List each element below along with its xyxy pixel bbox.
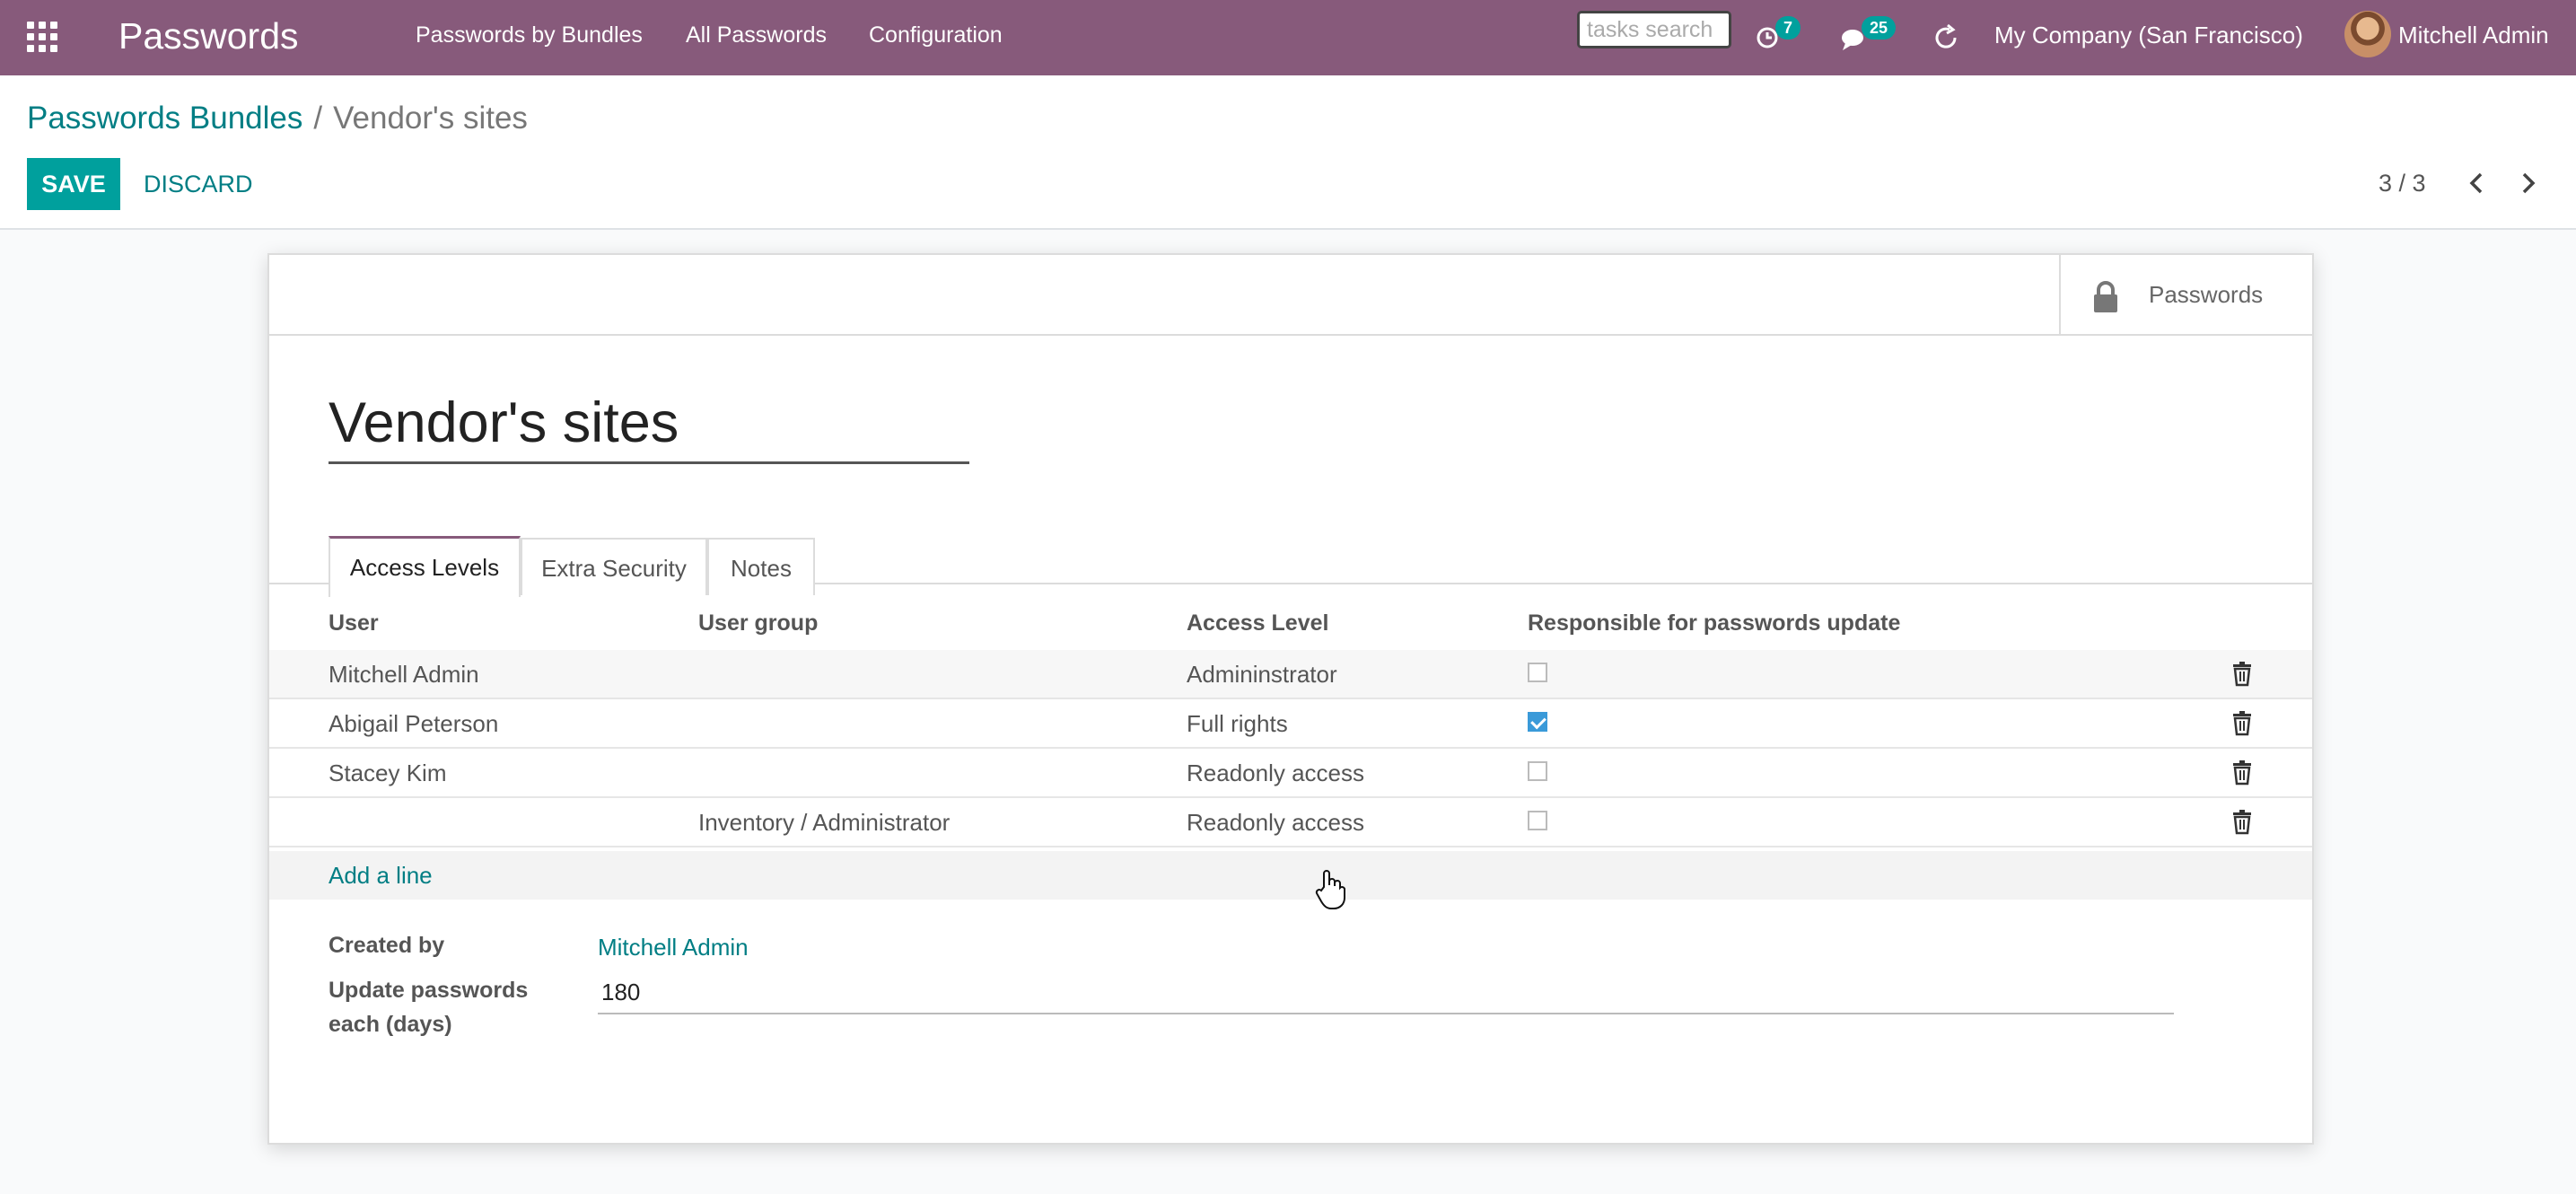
table-row[interactable]: Mitchell Admin Admininstrator — [269, 650, 2312, 699]
created-by-link[interactable]: Mitchell Admin — [598, 934, 749, 961]
tab-access-levels[interactable]: Access Levels — [329, 536, 521, 597]
menu-configuration[interactable]: Configuration — [869, 20, 1003, 50]
control-panel: Passwords Bundles / Vendor's sites SAVE DI… — [0, 75, 2576, 230]
table-header: User User group Access Level Responsible… — [269, 598, 2312, 652]
row-access-level: Full rights — [1187, 710, 1288, 737]
column-header-user[interactable]: User — [329, 610, 379, 637]
breadcrumb: Passwords Bundles / Vendor's sites — [27, 97, 528, 140]
avatar[interactable] — [2344, 11, 2391, 57]
top-navbar: Passwords Passwords by Bundles All Passw… — [0, 0, 2576, 75]
user-menu[interactable]: Mitchell Admin — [2398, 20, 2549, 50]
pager-next-icon[interactable] — [2511, 167, 2544, 199]
trash-icon[interactable] — [2231, 711, 2253, 736]
table-row[interactable]: Stacey Kim Readonly access — [269, 749, 2312, 798]
created-by-label: Created by — [329, 933, 445, 958]
lock-icon — [2094, 281, 2117, 312]
breadcrumb-current: Vendor's sites — [333, 101, 528, 136]
row-access-level: Readonly access — [1187, 809, 1364, 836]
apps-grid-icon[interactable] — [27, 22, 59, 54]
messages-count-badge: 25 — [1862, 16, 1897, 40]
row-user: Stacey Kim — [329, 759, 447, 786]
row-user: Abigail Peterson — [329, 710, 499, 737]
column-header-access-level[interactable]: Access Level — [1187, 610, 1328, 637]
tab-extra-security[interactable]: Extra Security — [521, 538, 707, 595]
smart-button-label: Passwords — [2149, 281, 2264, 308]
responsible-checkbox[interactable] — [1528, 761, 1547, 781]
notebook-tabs: Access Levels Extra Security Notes — [269, 536, 2312, 597]
save-button[interactable]: SAVE — [27, 158, 120, 210]
app-title[interactable]: Passwords — [118, 13, 299, 59]
tab-notes[interactable]: Notes — [707, 538, 815, 595]
row-access-level: Readonly access — [1187, 759, 1364, 786]
discard-button[interactable]: DISCARD — [135, 158, 262, 210]
responsible-checkbox[interactable] — [1528, 663, 1547, 682]
company-switcher[interactable]: My Company (San Francisco) — [1994, 20, 2303, 50]
button-box: Passwords — [269, 255, 2312, 336]
menu-all-passwords[interactable]: All Passwords — [686, 20, 827, 50]
activity-count-badge: 7 — [1775, 16, 1801, 40]
trash-icon[interactable] — [2231, 810, 2253, 835]
update-period-label-line1: Update passwords — [329, 978, 529, 1003]
table-row[interactable]: Abigail Peterson Full rights — [269, 699, 2312, 749]
breadcrumb-separator: / — [313, 101, 323, 136]
pager-value[interactable]: 3 / 3 — [2379, 167, 2426, 199]
responsible-checkbox[interactable] — [1528, 712, 1547, 732]
refresh-icon[interactable] — [1932, 20, 1960, 56]
passwords-smart-button[interactable]: Passwords — [2059, 255, 2312, 334]
bundle-name-field[interactable]: Vendor's sites — [329, 384, 969, 464]
responsible-checkbox[interactable] — [1528, 811, 1547, 830]
add-line-row: Add a line — [269, 851, 2312, 900]
column-header-responsible[interactable]: Responsible for passwords update — [1528, 610, 1900, 637]
row-access-level: Admininstrator — [1187, 661, 1337, 688]
add-line-link[interactable]: Add a line — [329, 862, 433, 890]
trash-icon[interactable] — [2231, 760, 2253, 786]
form-sheet: Passwords Vendor's sites Access Levels E… — [267, 253, 2314, 1145]
table-row[interactable]: Inventory / Administrator Readonly acces… — [269, 798, 2312, 847]
row-user-group: Inventory / Administrator — [698, 809, 951, 836]
breadcrumb-parent-link[interactable]: Passwords Bundles — [27, 101, 302, 136]
update-period-label-line2: each (days) — [329, 1012, 452, 1037]
menu-passwords-by-bundles[interactable]: Passwords by Bundles — [416, 20, 643, 50]
row-user: Mitchell Admin — [329, 661, 479, 688]
pager-previous-icon[interactable] — [2461, 167, 2493, 199]
trash-icon[interactable] — [2231, 662, 2253, 687]
hand-cursor-icon — [1315, 870, 1345, 909]
tasks-search-input[interactable] — [1577, 11, 1731, 48]
column-header-user-group[interactable]: User group — [698, 610, 818, 637]
update-period-input[interactable]: 180 — [598, 971, 2174, 1014]
